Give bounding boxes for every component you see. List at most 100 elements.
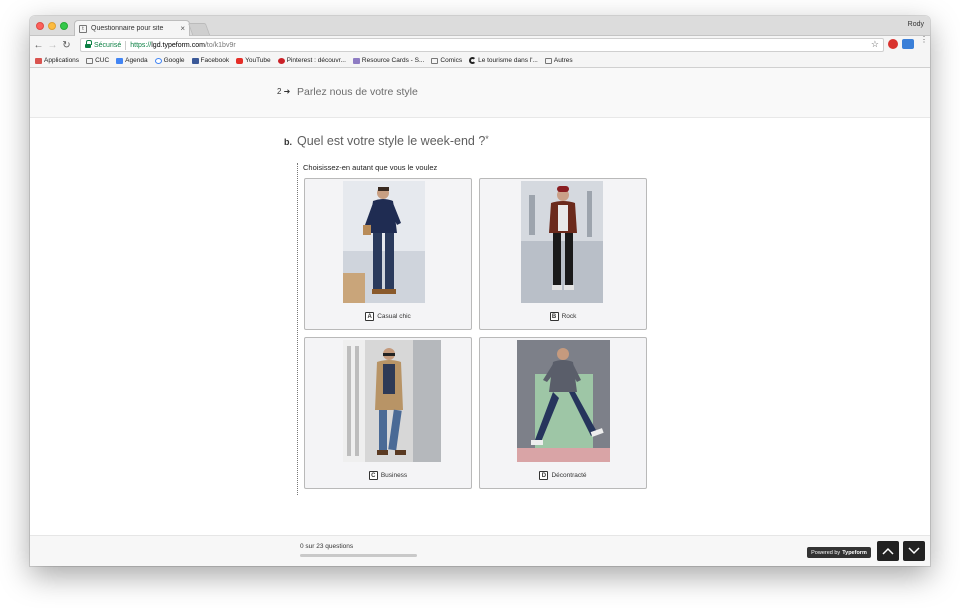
forward-arrow-icon[interactable]: → xyxy=(47,38,58,52)
bookmark-label: Autres xyxy=(553,57,573,64)
previous-question-button[interactable] xyxy=(877,541,899,561)
powered-by-typeform-badge[interactable]: Powered by Typeform xyxy=(807,547,871,558)
bookmark-applications[interactable]: Applications xyxy=(35,57,79,64)
choice-key: D xyxy=(539,471,549,480)
bookmark-label: CUC xyxy=(95,57,110,64)
bookmark-label: YouTube xyxy=(245,57,271,64)
bookmark-label: Facebook xyxy=(200,57,230,64)
zoom-window-button[interactable] xyxy=(60,22,68,30)
secure-label: Sécurisé xyxy=(94,41,122,49)
address-separator xyxy=(125,40,127,50)
bookmark-cuc[interactable]: CUC xyxy=(86,57,109,64)
resource-cards-icon xyxy=(352,57,360,64)
question-letter: b. xyxy=(284,137,292,147)
bookmark-agenda[interactable]: Agenda xyxy=(116,57,148,64)
powered-brand: Typeform xyxy=(842,549,867,556)
powered-prefix: Powered by xyxy=(811,549,841,556)
bookmark-label: Resource Cards - S... xyxy=(361,57,425,64)
question-rail xyxy=(297,163,298,495)
choice-text: Casual chic xyxy=(377,313,411,320)
previous-question-band[interactable]: 2 ➜ Parlez nous de votre style xyxy=(30,68,930,118)
bookmark-star-icon[interactable]: ☆ xyxy=(871,39,879,50)
bookmark-label: Applications xyxy=(44,57,80,64)
bookmark-tourisme[interactable]: Le tourisme dans l'... xyxy=(469,57,538,64)
tab-close-icon[interactable]: × xyxy=(180,24,185,33)
pinterest-icon xyxy=(277,57,285,64)
decontracte-photo xyxy=(517,340,610,462)
bookmark-resource-cards[interactable]: Resource Cards - S... xyxy=(352,57,425,64)
choice-text: Rock xyxy=(561,313,577,320)
back-arrow-icon[interactable]: ← xyxy=(33,38,44,52)
choice-decontracte[interactable]: D Décontracté xyxy=(479,337,647,489)
bookmark-autres[interactable]: Autres xyxy=(544,57,573,64)
extension-adblock-icon[interactable] xyxy=(888,39,898,49)
tab-bar: t Questionnaire pour site × Rody xyxy=(30,16,930,36)
typeform-page: 2 ➜ Parlez nous de votre style b. Quel e… xyxy=(30,68,930,566)
folder-icon xyxy=(544,57,552,64)
address-bar[interactable]: Sécurisé https:// lgd.typeform.com /to/k… xyxy=(80,38,884,52)
casual-chic-photo xyxy=(343,181,425,303)
lock-icon xyxy=(85,40,92,48)
question-text: Quel est votre style le week-end ? xyxy=(297,134,486,148)
new-tab-button[interactable] xyxy=(187,23,211,35)
bookmark-label: Le tourisme dans l'... xyxy=(478,57,538,64)
bookmarks-bar: Applications CUC Agenda Google Facebook … xyxy=(30,54,930,68)
bookmark-label: Agenda xyxy=(125,57,148,64)
url-host: lgd.typeform.com xyxy=(151,41,205,49)
bookmark-pinterest[interactable]: Pinterest : découvr... xyxy=(277,57,346,64)
youtube-icon xyxy=(236,57,244,64)
browser-window: t Questionnaire pour site × Rody ← → ↻ S… xyxy=(30,16,930,566)
next-question-button[interactable] xyxy=(903,541,925,561)
choice-label: A Casual chic xyxy=(305,312,471,321)
progress-text: 0 sur 23 questions xyxy=(300,543,354,550)
facebook-icon xyxy=(191,57,199,64)
reload-icon[interactable]: ↻ xyxy=(61,38,72,52)
tab-questionnaire[interactable]: t Questionnaire pour site × xyxy=(74,20,190,36)
profile-name[interactable]: Rody xyxy=(908,21,924,28)
folder-icon xyxy=(86,57,94,64)
previous-question-number: 2 ➜ xyxy=(277,87,291,96)
bookmark-youtube[interactable]: YouTube xyxy=(236,57,271,64)
browser-toolbar: ← → ↻ Sécurisé https:// lgd.typeform.com… xyxy=(30,36,930,54)
minimize-window-button[interactable] xyxy=(48,22,56,30)
required-mark: * xyxy=(485,134,489,144)
url-path: /to/k1bv9r xyxy=(204,41,236,49)
apps-grid-icon xyxy=(35,57,42,64)
google-icon xyxy=(154,57,162,64)
url-scheme: https:// xyxy=(130,41,152,49)
progress-bar xyxy=(300,554,417,557)
bookmark-label: Pinterest : découvr... xyxy=(286,57,346,64)
choice-text: Business xyxy=(380,472,408,479)
choice-business[interactable]: C Business xyxy=(304,337,472,489)
question-title: Quel est votre style le week-end ?* xyxy=(297,134,489,148)
bookmark-google[interactable]: Google xyxy=(154,57,185,64)
calendar-icon xyxy=(116,57,124,64)
folder-icon xyxy=(431,57,439,64)
choice-label: B Rock xyxy=(480,312,646,321)
choice-key: B xyxy=(549,312,559,321)
choice-text: Décontracté xyxy=(551,472,587,479)
previous-question-text: Parlez nous de votre style xyxy=(297,86,418,98)
business-photo xyxy=(343,340,441,462)
typeform-favicon-icon: t xyxy=(79,24,87,33)
choice-key: C xyxy=(368,471,378,480)
choice-casual-chic[interactable]: A Casual chic xyxy=(304,178,472,330)
question-hint: Choisissez-en autant que vous le voulez xyxy=(303,163,438,172)
chevron-up-icon xyxy=(882,547,894,555)
close-window-button[interactable] xyxy=(36,22,44,30)
bookmark-label: Google xyxy=(163,57,185,64)
chevron-down-icon xyxy=(908,547,920,555)
form-footer: 0 sur 23 questions Powered by Typeform xyxy=(30,535,930,566)
bookmark-facebook[interactable]: Facebook xyxy=(191,57,230,64)
choice-label: D Décontracté xyxy=(480,471,646,480)
browser-menu-icon[interactable]: ⋮ xyxy=(920,36,928,44)
bookmark-comics[interactable]: Comics xyxy=(431,57,462,64)
extension-news-icon[interactable] xyxy=(902,39,914,49)
choice-rock[interactable]: B Rock xyxy=(479,178,647,330)
tab-title: Questionnaire pour site xyxy=(91,25,164,32)
c-logo-icon xyxy=(469,57,477,64)
rock-photo xyxy=(521,181,603,303)
bookmark-label: Comics xyxy=(440,57,463,64)
choice-label: C Business xyxy=(305,471,471,480)
choice-key: A xyxy=(365,312,375,321)
